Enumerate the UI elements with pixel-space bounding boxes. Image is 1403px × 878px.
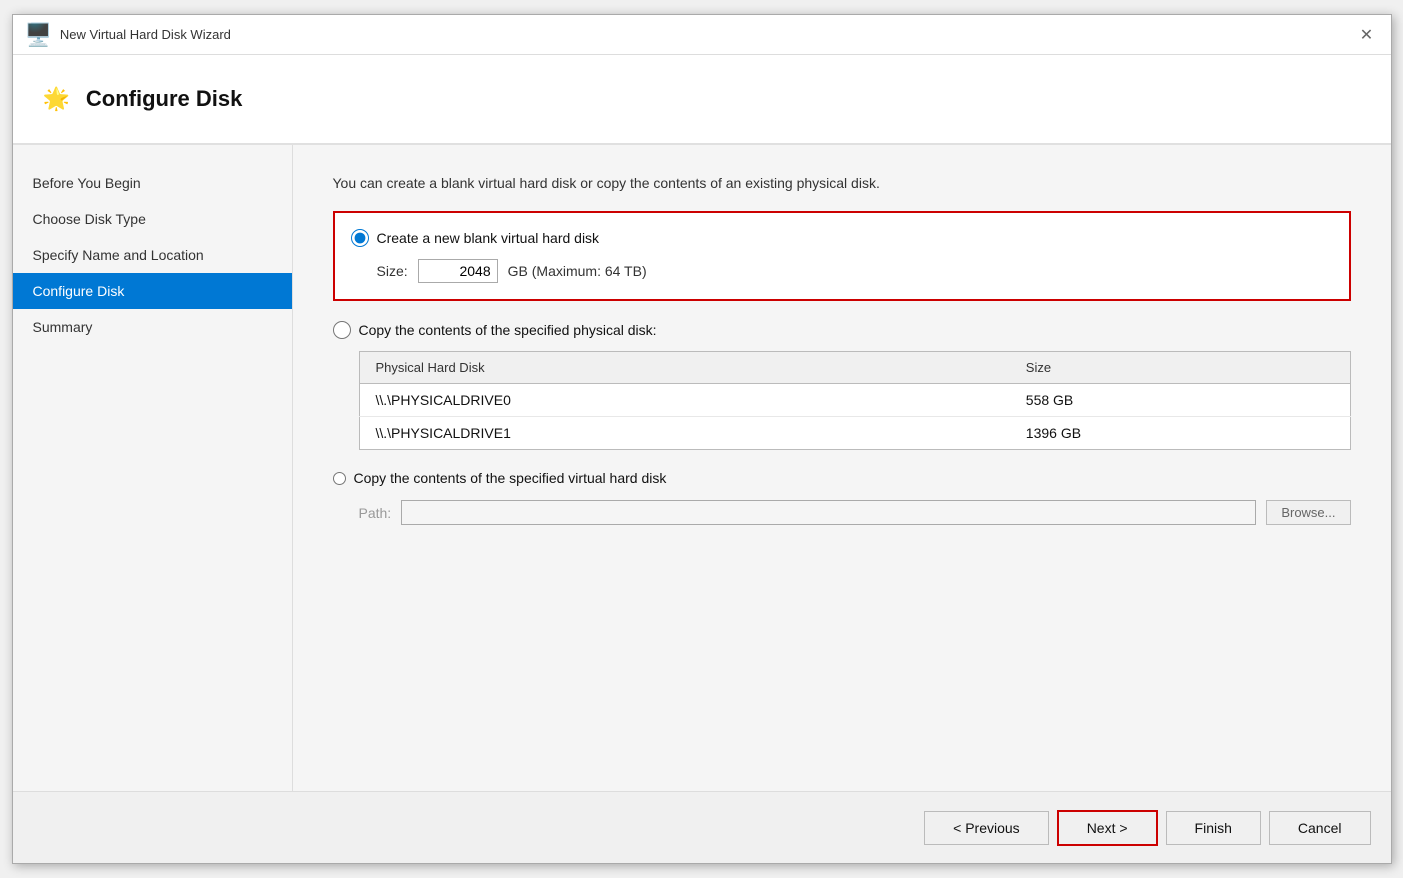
table-row[interactable]: \\.\PHYSICALDRIVE0 558 GB [359,384,1350,417]
copy-vhd-section: Copy the contents of the specified virtu… [333,470,1351,525]
sidebar: Before You Begin Choose Disk Type Specif… [13,145,293,791]
title-bar: 🖥️ New Virtual Hard Disk Wizard ✕ [13,15,1391,55]
path-label: Path: [359,505,392,521]
sidebar-item-specify-name-location[interactable]: Specify Name and Location [13,237,292,273]
sidebar-item-choose-disk-type[interactable]: Choose Disk Type [13,201,292,237]
next-button[interactable]: Next > [1057,810,1158,846]
copy-physical-label[interactable]: Copy the contents of the specified physi… [359,322,657,338]
page-header: 🌟 Configure Disk [13,55,1391,145]
cancel-button[interactable]: Cancel [1269,811,1371,845]
disk-size-1: 1396 GB [1010,417,1350,450]
table-row[interactable]: \\.\PHYSICALDRIVE1 1396 GB [359,417,1350,450]
disk-name-1: \\.\PHYSICALDRIVE1 [359,417,1010,450]
size-unit: GB (Maximum: 64 TB) [508,263,647,279]
create-blank-radio-row: Create a new blank virtual hard disk [351,229,1333,247]
content-area: Before You Begin Choose Disk Type Specif… [13,145,1391,791]
size-label: Size: [377,263,408,279]
col-size-header: Size [1010,352,1350,384]
window-title: New Virtual Hard Disk Wizard [60,27,231,42]
previous-button[interactable]: < Previous [924,811,1049,845]
disk-size-0: 558 GB [1010,384,1350,417]
copy-physical-section: Copy the contents of the specified physi… [333,321,1351,450]
close-button[interactable]: ✕ [1355,23,1379,47]
path-input[interactable] [401,500,1256,525]
copy-vhd-radio-row: Copy the contents of the specified virtu… [333,470,1351,486]
copy-physical-radio-row: Copy the contents of the specified physi… [333,321,1351,339]
description-text: You can create a blank virtual hard disk… [333,175,1351,191]
sidebar-item-before-you-begin[interactable]: Before You Begin [13,165,292,201]
copy-physical-radio[interactable] [333,321,351,339]
finish-button[interactable]: Finish [1166,811,1261,845]
main-content: You can create a blank virtual hard disk… [293,145,1391,791]
page-title: Configure Disk [86,86,242,112]
physical-disk-table: Physical Hard Disk Size \\.\PHYSICALDRIV… [359,351,1351,450]
create-blank-radio[interactable] [351,229,369,247]
header-icon: 🌟 [43,86,70,112]
size-row: Size: GB (Maximum: 64 TB) [377,259,1333,283]
path-row: Path: Browse... [359,500,1351,525]
browse-button[interactable]: Browse... [1266,500,1350,525]
title-bar-left: 🖥️ New Virtual Hard Disk Wizard [25,22,231,48]
sidebar-item-summary[interactable]: Summary [13,309,292,345]
create-blank-label[interactable]: Create a new blank virtual hard disk [377,230,600,246]
sidebar-item-configure-disk[interactable]: Configure Disk [13,273,292,309]
copy-vhd-radio[interactable] [333,472,346,485]
footer: < Previous Next > Finish Cancel [13,791,1391,863]
create-blank-disk-option-box: Create a new blank virtual hard disk Siz… [333,211,1351,301]
disk-name-0: \\.\PHYSICALDRIVE0 [359,384,1010,417]
col-disk-header: Physical Hard Disk [359,352,1010,384]
copy-vhd-label[interactable]: Copy the contents of the specified virtu… [354,470,667,486]
wizard-window: 🖥️ New Virtual Hard Disk Wizard ✕ 🌟 Conf… [12,14,1392,864]
size-input[interactable] [418,259,498,283]
window-icon: 🖥️ [25,22,52,48]
